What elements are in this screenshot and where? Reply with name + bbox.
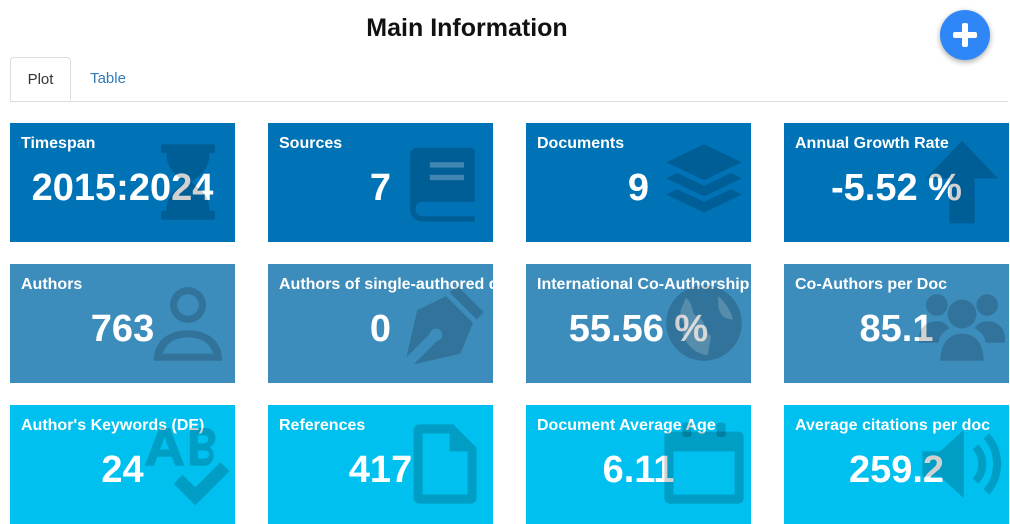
info-box-authors: Authors 763 — [10, 264, 235, 383]
info-box-single-authored: Authors of single-authored docs 0 — [268, 264, 493, 383]
pen-nib-icon — [401, 278, 491, 368]
info-box-authors-keywords: Author's Keywords (DE) 24 — [10, 405, 235, 524]
info-box-international-co-authorship: International Co-Authorship 55.56 % — [526, 264, 751, 383]
info-box-annual-growth-rate: Annual Growth Rate -5.52 % — [784, 123, 1009, 242]
layer-group-icon — [659, 137, 749, 227]
info-box-document-average-age: Document Average Age 6.11 — [526, 405, 751, 524]
globe-icon — [659, 278, 749, 368]
users-icon — [917, 278, 1007, 368]
box-label: Timespan — [21, 135, 96, 152]
file-icon — [401, 419, 491, 509]
user-icon — [143, 278, 233, 368]
tab-plot[interactable]: Plot — [10, 57, 71, 101]
plus-icon — [953, 23, 977, 47]
add-button[interactable] — [940, 10, 990, 60]
tab-bar: Plot Table — [10, 57, 1008, 102]
info-box-documents: Documents 9 — [526, 123, 751, 242]
box-label: References — [279, 417, 366, 434]
info-box-average-citations: Average citations per doc 259.2 — [784, 405, 1009, 524]
box-label: Authors — [21, 276, 83, 293]
info-box-sources: Sources 7 — [268, 123, 493, 242]
info-box-references: References 417 — [268, 405, 493, 524]
volume-icon — [917, 419, 1007, 509]
book-icon — [401, 137, 491, 227]
hourglass-icon — [143, 137, 233, 227]
spell-check-icon — [143, 419, 233, 509]
calendar-icon — [659, 419, 749, 509]
tab-table[interactable]: Table — [74, 57, 142, 100]
page-title: Main Information — [366, 14, 568, 42]
info-box-co-authors-per-doc: Co-Authors per Doc 85.1 — [784, 264, 1009, 383]
box-label: Documents — [537, 135, 625, 152]
arrow-up-icon — [917, 137, 1007, 227]
box-label: Sources — [279, 135, 343, 152]
info-box-timespan: Timespan 2015:2024 — [10, 123, 235, 242]
